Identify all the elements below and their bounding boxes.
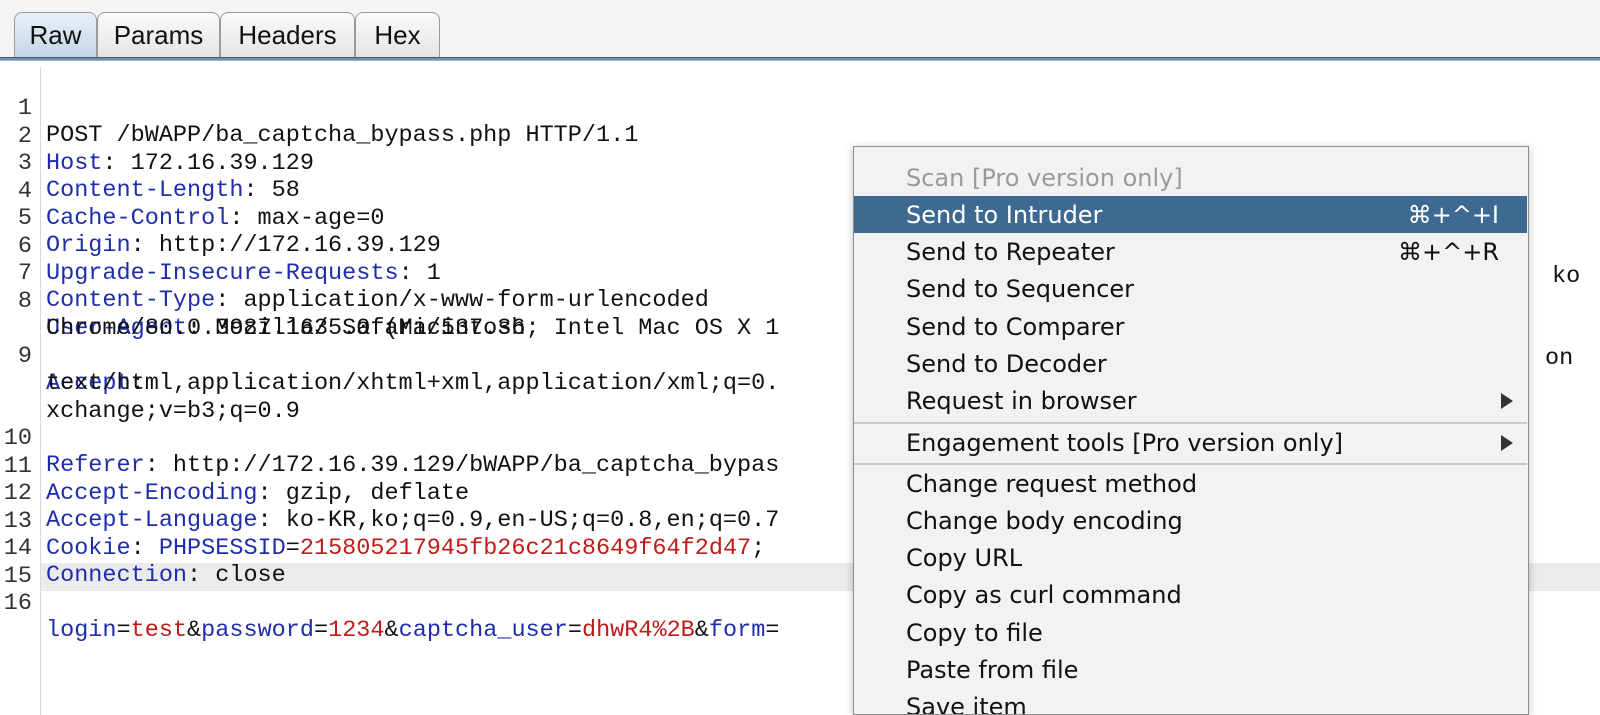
menu-item-label: Request in browser (906, 386, 1137, 415)
submenu-arrow-icon (1501, 393, 1513, 409)
menu-item-scan: Scan [Pro version only] (854, 159, 1527, 196)
menu-item-label: Send to Intruder (906, 200, 1103, 229)
menu-item-shortcut: ⌘+^+R (1397, 237, 1499, 266)
tab-hex[interactable]: Hex (355, 12, 440, 58)
param-name: login (46, 617, 117, 644)
param-equals: = (567, 617, 582, 644)
menu-item-copy-to-file[interactable]: Copy to file (854, 614, 1527, 651)
menu-item-label: Send to Comparer (906, 312, 1125, 341)
menu-item-send-to-comparer[interactable]: Send to Comparer (854, 308, 1527, 345)
param-equals: = (116, 617, 131, 644)
tab-raw[interactable]: Raw (14, 12, 97, 58)
param-amp: & (187, 617, 202, 644)
menu-item-label: Send to Repeater (906, 237, 1115, 266)
accept-overflow: on (1545, 345, 1574, 372)
menu-item-copy-as-curl[interactable]: Copy as curl command (854, 576, 1527, 613)
param-name: form (708, 617, 766, 644)
menu-item-send-to-decoder[interactable]: Send to Decoder (854, 345, 1527, 382)
param-value: test (130, 617, 188, 644)
menu-item-send-to-repeater[interactable]: Send to Repeater ⌘+^+R (854, 233, 1527, 270)
tab-params[interactable]: Params (97, 12, 220, 58)
tab-headers[interactable]: Headers (220, 12, 355, 58)
menu-item-change-request-method[interactable]: Change request method (854, 465, 1527, 502)
menu-item-label: Engagement tools [Pro version only] (906, 428, 1344, 457)
param-name: captcha_user (398, 617, 568, 644)
menu-item-copy-url[interactable]: Copy URL (854, 539, 1527, 576)
header-line: 2 Host: 172.16.39.129 (0, 96, 1600, 177)
context-menu: Scan [Pro version only] Send to Intruder… (853, 146, 1529, 715)
tab-divider (0, 57, 1600, 61)
menu-item-label: Change request method (906, 469, 1198, 498)
menu-item-label: Send to Sequencer (906, 274, 1135, 303)
menu-item-label: Send to Decoder (906, 349, 1107, 378)
param-name: password (201, 617, 314, 644)
menu-item-send-to-intruder[interactable]: Send to Intruder ⌘+^+I (854, 196, 1527, 233)
param-equals: = (313, 617, 329, 644)
param-amp: & (694, 617, 709, 644)
param-equals: = (765, 617, 780, 644)
menu-item-label: Scan [Pro version only] (906, 163, 1183, 192)
menu-item-change-body-encoding[interactable]: Change body encoding (854, 502, 1527, 539)
user-agent-overflow: ko (1552, 263, 1581, 290)
menu-item-engagement-tools[interactable]: Engagement tools [Pro version only] (854, 424, 1527, 461)
menu-item-label: Paste from file (906, 655, 1079, 684)
param-amp: & (384, 617, 399, 644)
param-value: dhwR4%2B (581, 617, 695, 644)
menu-item-label: Copy URL (906, 543, 1023, 572)
menu-item-label: Save item (906, 692, 1027, 715)
line-number: 16 (3, 590, 32, 617)
menu-item-label: Copy as curl command (906, 580, 1182, 609)
menu-item-shortcut: ⌘+^+I (1407, 200, 1499, 229)
menu-item-send-to-sequencer[interactable]: Send to Sequencer (854, 270, 1527, 307)
menu-item-label: Copy to file (906, 618, 1043, 647)
editor-tab-bar: Raw Params Headers Hex (0, 0, 1600, 61)
menu-item-paste-from-file[interactable]: Paste from file (854, 651, 1527, 688)
request-line: 1 POST /bWAPP/ba_captcha_bypass.php HTTP… (0, 68, 1600, 149)
menu-item-save-item[interactable]: Save item (854, 688, 1527, 715)
param-value: 1234 (328, 617, 385, 644)
menu-item-label: Change body encoding (906, 506, 1183, 535)
menu-item-request-in-browser[interactable]: Request in browser (854, 382, 1527, 419)
submenu-arrow-icon (1501, 435, 1513, 451)
